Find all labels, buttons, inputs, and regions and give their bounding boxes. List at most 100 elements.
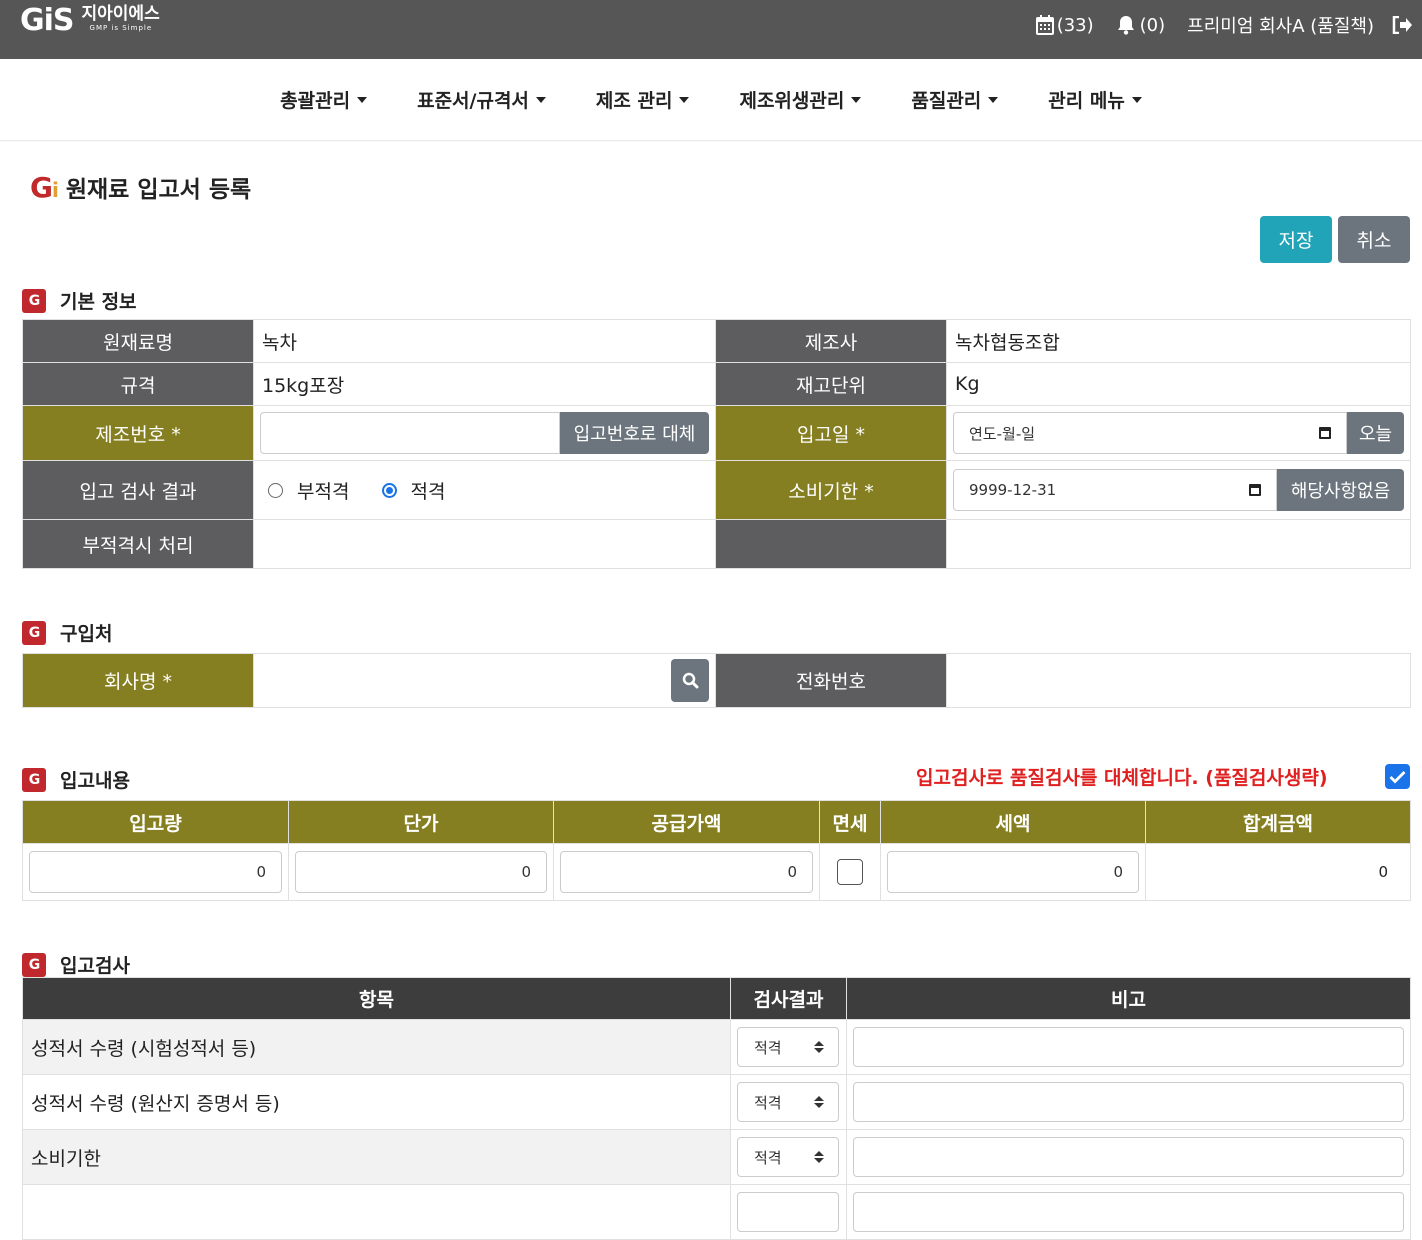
radio-pass[interactable]: 적격 — [381, 477, 445, 504]
caret-down-icon — [1131, 96, 1142, 103]
material-name-label: 원재료명 — [22, 319, 254, 363]
logo[interactable]: GiS 지아이에스 GMP is Simple — [20, 4, 160, 38]
lot-number-input[interactable] — [260, 412, 560, 454]
note-input[interactable] — [853, 1082, 1404, 1122]
calendar-link[interactable]: (33) — [1035, 14, 1094, 36]
not-applicable-button[interactable]: 해당사항없음 — [1277, 469, 1404, 511]
maker-value: 녹차협동조합 — [946, 319, 1411, 363]
col-tax: 세액 — [880, 800, 1146, 844]
nav-item-general[interactable]: 총괄관리 — [280, 86, 368, 113]
company-search-button[interactable] — [671, 659, 709, 702]
section-title-inspection: G 입고검사 — [22, 951, 130, 978]
nav-item-manufacturing[interactable]: 제조 관리 — [596, 86, 690, 113]
radio-fail-circle[interactable] — [268, 482, 283, 498]
col-note: 비고 — [846, 977, 1411, 1020]
supply-amount-input[interactable]: 0 — [560, 851, 813, 893]
section-title-supplier: G 구입처 — [22, 619, 112, 646]
nav-item-standards[interactable]: 표준서/규격서 — [417, 86, 546, 113]
caret-down-icon — [535, 96, 546, 103]
inspection-item: 성적서 수령 (시험성적서 등) — [22, 1019, 731, 1075]
col-qty: 입고량 — [22, 800, 289, 844]
logo-tagline: GMP is Simple — [89, 24, 153, 32]
save-button[interactable]: 저장 — [1260, 216, 1332, 263]
nav-item-admin[interactable]: 관리 메뉴 — [1048, 86, 1142, 113]
radio-fail[interactable]: 부적격 — [268, 477, 349, 504]
logo-name: 지아이에스 — [81, 4, 160, 24]
fail-handling-label: 부적격시 처리 — [22, 519, 254, 569]
expiry-date-input[interactable]: 9999-12-31 — [953, 469, 1277, 511]
section-title-receipt: G 입고내용 — [22, 766, 130, 793]
tax-free-checkbox[interactable] — [837, 859, 863, 885]
section-title-basic: G 기본 정보 — [22, 287, 137, 314]
caret-down-icon — [851, 96, 862, 103]
calendar-icon[interactable] — [1249, 484, 1261, 496]
check-icon — [1389, 770, 1406, 783]
search-icon — [682, 672, 698, 689]
receive-date-input[interactable]: 연도-월-일 — [953, 412, 1347, 454]
calendar-icon — [1035, 15, 1054, 35]
table-row: 성적서 수령 (시험성적서 등) 적격 — [22, 1019, 1411, 1075]
result-select[interactable]: 적격 — [737, 1137, 839, 1177]
user-label: 프리미엄 회사A (품질책) — [1187, 16, 1374, 37]
receive-date-label: 입고일 * — [715, 405, 947, 461]
caret-down-icon — [679, 96, 690, 103]
logo-mark: GiS — [20, 3, 75, 38]
empty-value-cell — [946, 519, 1411, 569]
qty-input[interactable]: 0 — [29, 851, 282, 893]
bell-icon — [1117, 16, 1134, 35]
col-total: 합계금액 — [1145, 800, 1411, 844]
nav-item-hygiene[interactable]: 제조위생관리 — [739, 86, 862, 113]
spec-value: 15kg포장 — [253, 362, 716, 406]
inspection-item: 성적서 수령 (원산지 증명서 등) — [22, 1074, 731, 1130]
spec-label: 규격 — [22, 362, 254, 406]
result-select[interactable]: 적격 — [737, 1027, 839, 1067]
select-arrows-icon — [814, 1041, 824, 1053]
empty-label-cell — [715, 519, 947, 569]
skip-quality-notice: 입고검사로 품질검사를 대체합니다. (품질검사생략) — [916, 767, 1328, 789]
supplier-table: 회사명 * 전화번호 — [22, 653, 1411, 708]
notification-link[interactable]: (0) — [1116, 14, 1166, 36]
bell-count: (0) — [1139, 14, 1166, 36]
inspection-item — [22, 1184, 731, 1240]
logout-button[interactable] — [1392, 16, 1412, 34]
cancel-button[interactable]: 취소 — [1338, 216, 1410, 263]
skip-quality-checkbox[interactable] — [1385, 764, 1410, 789]
col-item: 항목 — [22, 977, 731, 1020]
use-receipt-number-button[interactable]: 입고번호로 대체 — [560, 412, 709, 454]
lot-label: 제조번호 * — [22, 405, 254, 461]
col-result: 검사결과 — [730, 977, 847, 1020]
phone-label: 전화번호 — [715, 653, 947, 708]
total-value: 0 — [1145, 843, 1411, 901]
result-select[interactable]: 적격 — [737, 1082, 839, 1122]
today-button[interactable]: 오늘 — [1347, 412, 1404, 454]
basic-info-table: 원재료명 녹차 제조사 녹차협동조합 규격 15kg포장 재고단위 Kg 제조번… — [22, 319, 1411, 569]
nav-item-quality[interactable]: 품질관리 — [911, 86, 999, 113]
unit-label: 재고단위 — [715, 362, 947, 406]
note-input[interactable] — [853, 1027, 1404, 1067]
calendar-icon[interactable] — [1319, 427, 1331, 439]
gis-section-icon: G — [22, 288, 46, 313]
expiry-label: 소비기한 * — [715, 460, 947, 520]
fail-handling-value — [253, 519, 716, 569]
inspection-result-label: 입고 검사 결과 — [22, 460, 254, 520]
maker-label: 제조사 — [715, 319, 947, 363]
unit-price-input[interactable]: 0 — [295, 851, 547, 893]
caret-down-icon — [988, 96, 999, 103]
select-arrows-icon — [814, 1096, 824, 1108]
company-label: 회사명 * — [22, 653, 254, 708]
receipt-table: 입고량 단가 공급가액 면세 세액 합계금액 0 0 0 0 0 — [22, 800, 1411, 901]
col-unit-price: 단가 — [288, 800, 554, 844]
gis-section-icon: G — [22, 620, 46, 645]
col-supply-amount: 공급가액 — [553, 800, 820, 844]
note-input[interactable] — [853, 1192, 1404, 1232]
gis-section-icon: G — [22, 767, 46, 792]
result-select[interactable] — [737, 1192, 839, 1232]
table-row: 소비기한 적격 — [22, 1129, 1411, 1185]
calendar-count: (33) — [1056, 14, 1094, 36]
note-input[interactable] — [853, 1137, 1404, 1177]
table-row — [22, 1184, 1411, 1240]
radio-pass-circle[interactable] — [381, 482, 397, 498]
user-menu[interactable]: 프리미엄 회사A (품질책) — [1187, 12, 1374, 38]
select-arrows-icon — [814, 1151, 824, 1163]
tax-input[interactable]: 0 — [887, 851, 1139, 893]
